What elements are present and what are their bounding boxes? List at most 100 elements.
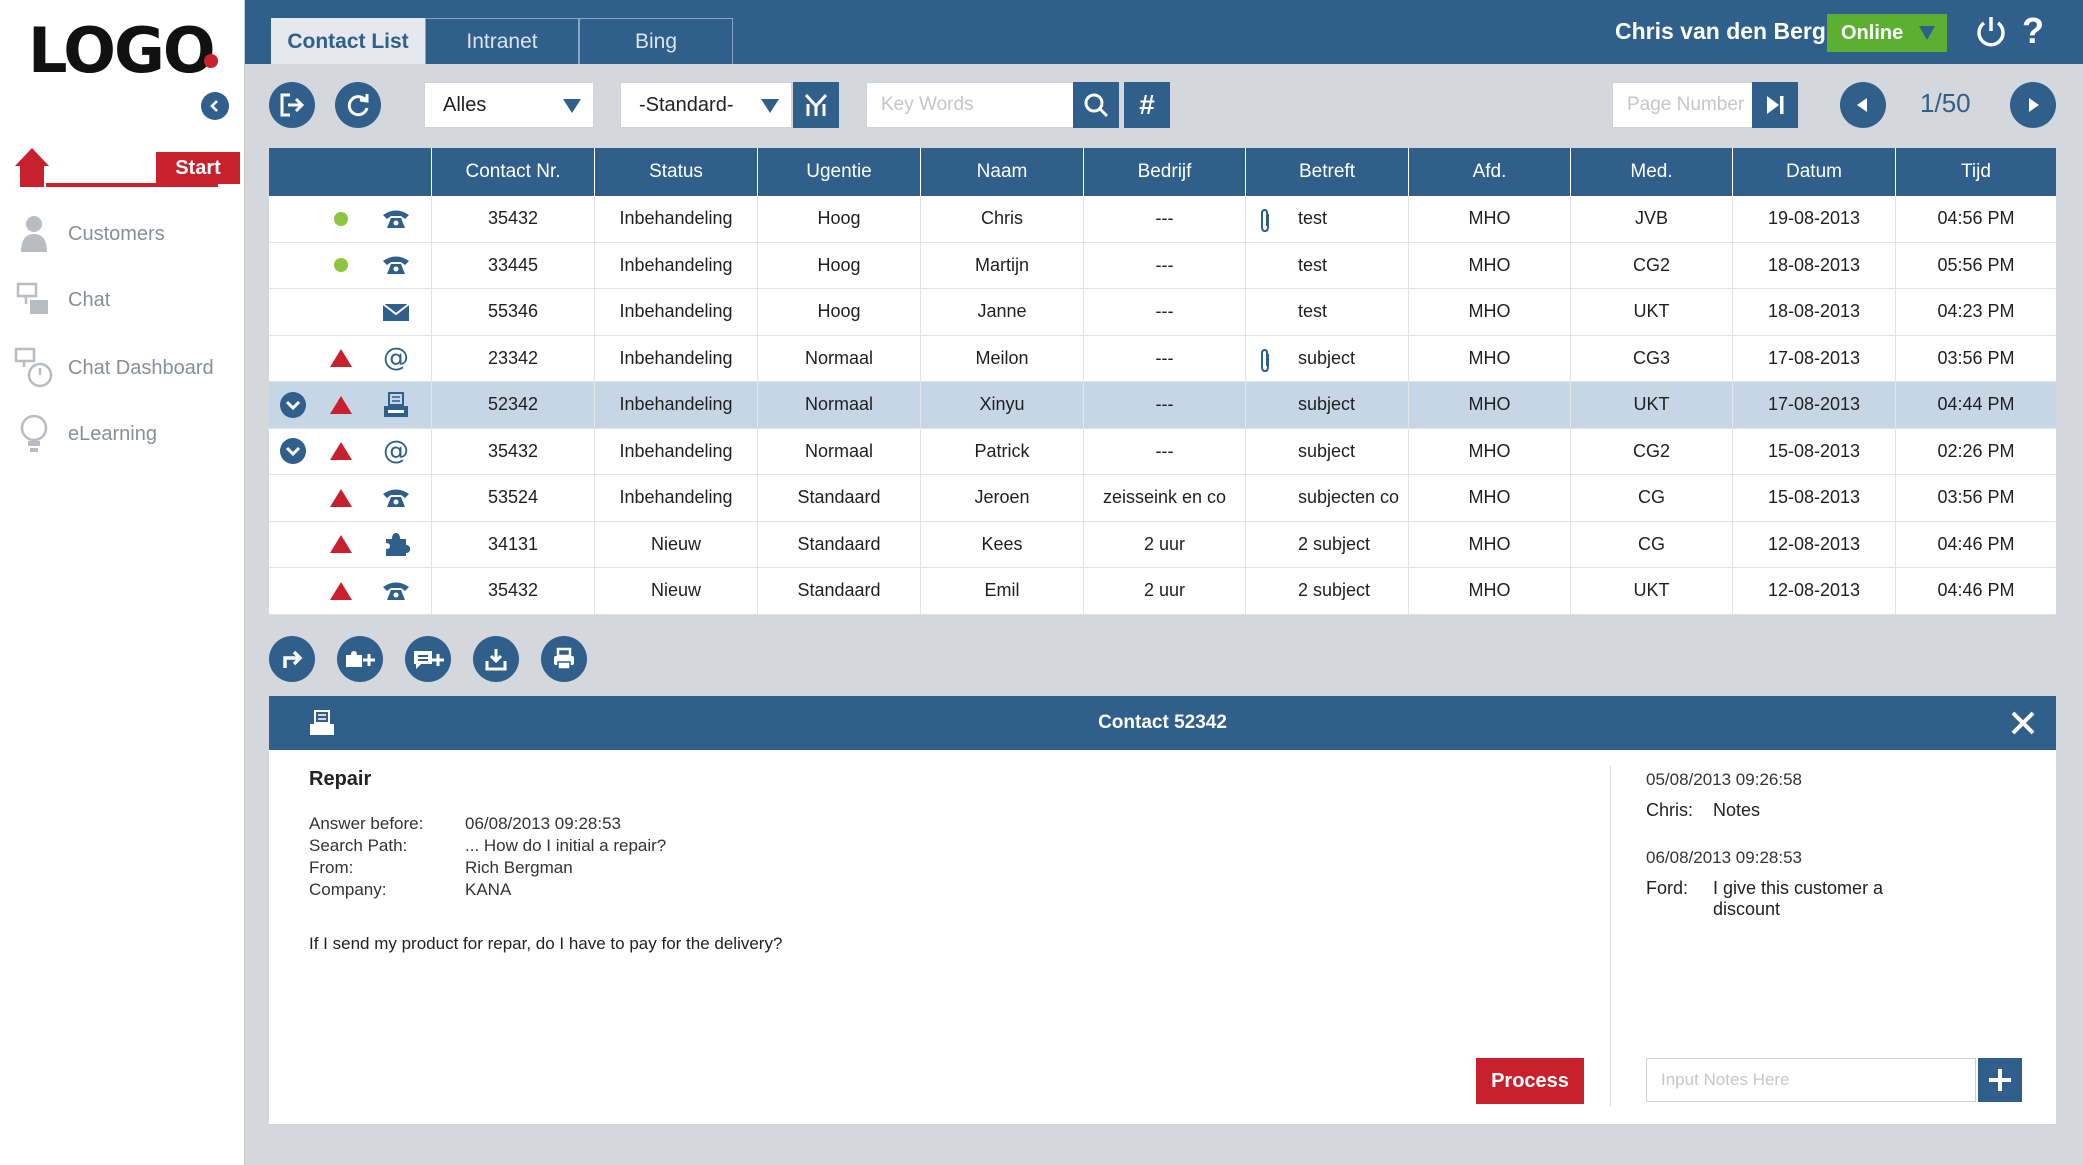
previous-page-button[interactable]: [1840, 82, 1886, 128]
at-icon: @: [383, 344, 409, 372]
note-timestamp: 05/08/2013 09:26:58: [1646, 770, 1802, 789]
keyword-search-input[interactable]: Key Words: [866, 82, 1074, 128]
cell-subject-text: test: [1298, 254, 1328, 275]
hash-button[interactable]: #: [1124, 82, 1170, 128]
view-select[interactable]: -Standard-: [620, 82, 792, 128]
top-bar: Contact List Intranet Bing Chris van den…: [245, 0, 2083, 64]
logo-dot: [204, 54, 218, 68]
cell-time: 04:23 PM: [1937, 301, 2015, 322]
column-header[interactable]: Afd.: [1409, 148, 1571, 196]
cell-urgency: Normaal: [758, 428, 921, 474]
fax-icon: [384, 391, 408, 417]
column-header[interactable]: Tijd: [1896, 148, 2056, 196]
tab-bing[interactable]: Bing: [579, 18, 733, 64]
table-row[interactable]: 35432 Inbehandeling Hoog Chris --- test MHO JVB…: [269, 196, 2056, 243]
column-header[interactable]: Med.: [1571, 148, 1733, 196]
cell-date: 19-08-2013: [1733, 196, 1896, 242]
cell-subject-text: subject: [1298, 347, 1356, 368]
detail-question: If I send my product for repar, do I hav…: [309, 934, 783, 953]
add-note-action-button[interactable]: [405, 636, 451, 682]
cell-status: Inbehandeling: [595, 196, 758, 242]
status-dropdown[interactable]: Online: [1827, 14, 1947, 52]
sidebar-item-label: Chat: [68, 288, 111, 311]
page-number-input[interactable]: Page Number: [1612, 82, 1754, 128]
urgent-indicator: [327, 336, 355, 382]
column-header[interactable]: Status: [595, 148, 758, 196]
column-header[interactable]: Ugentie: [758, 148, 921, 196]
go-to-page-button[interactable]: [1752, 82, 1798, 128]
page-indicator: 1/50: [1920, 88, 1971, 119]
cell-company: ---: [1084, 382, 1246, 428]
cell-subject: test: [1246, 196, 1409, 242]
user-name: Chris van den Berg: [1615, 18, 1826, 44]
column-header[interactable]: Naam: [921, 148, 1084, 196]
contact-type: [379, 522, 413, 568]
logout-button[interactable]: [269, 82, 315, 128]
lightbulb-icon: [20, 414, 48, 452]
row-icons: [269, 382, 432, 428]
cell-med: CG2: [1571, 428, 1733, 474]
add-contact-button[interactable]: [337, 636, 383, 682]
refresh-button[interactable]: [335, 82, 381, 128]
tab-intranet[interactable]: Intranet: [425, 18, 579, 64]
table-row[interactable]: @23342 Inbehandeling Normaal Meilon --- subje…: [269, 335, 2056, 382]
close-icon[interactable]: [2008, 708, 2038, 738]
cell-urgency: Hoog: [758, 289, 921, 335]
collapse-sidebar-button[interactable]: [201, 92, 229, 120]
sidebar-item-chat[interactable]: Chat: [10, 278, 240, 322]
cell-time: 04:56 PM: [1937, 208, 2015, 229]
table-row[interactable]: 55346 Inbehandeling Hoog Janne --- test MHO UKT…: [269, 289, 2056, 336]
expand-row-button[interactable]: [279, 429, 307, 475]
help-icon[interactable]: ?: [2015, 10, 2051, 51]
sidebar-item-chat-dashboard[interactable]: Chat Dashboard: [10, 346, 240, 390]
download-icon: [485, 649, 507, 671]
cell-med: CG2: [1571, 242, 1733, 288]
filter-button[interactable]: [793, 82, 839, 128]
table-row[interactable]: 33445 Inbehandeling Hoog Martijn --- test MHO C…: [269, 242, 2056, 289]
forward-button[interactable]: [269, 636, 315, 682]
download-button[interactable]: [473, 636, 519, 682]
table-row[interactable]: 35432 Nieuw Standaard Emil 2 uur 2 subject MHO…: [269, 568, 2056, 615]
note-timestamp: 06/08/2013 09:28:53: [1646, 848, 1802, 867]
online-indicator: [327, 196, 355, 242]
tab-contact-list[interactable]: Contact List: [271, 18, 425, 64]
row-icons: [269, 475, 432, 521]
column-header[interactable]: Contact Nr.: [432, 148, 595, 196]
table-header: Contact Nr. Status Ugentie Naam Bedrijf Betre…: [269, 148, 2056, 196]
power-icon[interactable]: [1973, 14, 2009, 50]
triangle-left-icon: [1857, 98, 1867, 112]
warning-triangle-icon: [330, 535, 352, 554]
table-row[interactable]: 34131 Nieuw Standaard Kees 2 uur 2 subject MHO…: [269, 521, 2056, 568]
sidebar-item-customers[interactable]: Customers: [10, 212, 240, 256]
table-row[interactable]: 52342 Inbehandeling Normaal Xinyu --- subject…: [269, 382, 2056, 429]
cell-nr: 34131: [432, 521, 595, 567]
column-header[interactable]: Bedrijf: [1084, 148, 1246, 196]
print-button[interactable]: [541, 636, 587, 682]
column-header[interactable]: Datum: [1733, 148, 1896, 196]
expand-row-button[interactable]: [279, 382, 307, 428]
table-row[interactable]: 53524 Inbehandeling Standaard Jeroen zeissei…: [269, 475, 2056, 522]
cell-nr: 52342: [432, 382, 595, 428]
cell-subject: subjecten co: [1246, 475, 1409, 521]
cell-time: 03:56 PM: [1937, 347, 2015, 368]
next-page-button[interactable]: [2010, 82, 2056, 128]
search-button[interactable]: [1073, 82, 1119, 128]
contact-type: [379, 568, 413, 614]
filter-select-value: Alles: [443, 93, 487, 116]
add-note-button[interactable]: [1978, 1058, 2022, 1102]
contact-type: [379, 289, 413, 335]
cell-urgency: Normaal: [758, 335, 921, 381]
sidebar-item-start[interactable]: Start: [12, 146, 240, 188]
cell-nr: 35432: [432, 568, 595, 614]
table-row[interactable]: @35432 Inbehandeling Normaal Patrick --- subj…: [269, 428, 2056, 475]
column-header[interactable]: Betreft: [1246, 148, 1409, 196]
cell-urgency: Standaard: [758, 521, 921, 567]
filter-select[interactable]: Alles: [424, 82, 594, 128]
chevron-down-icon: [280, 391, 306, 418]
cell-company: 2 uur: [1084, 521, 1246, 567]
notes-input[interactable]: Input Notes Here: [1646, 1058, 1976, 1102]
sidebar-item-elearning[interactable]: eLearning: [10, 412, 240, 456]
process-button[interactable]: Process: [1476, 1058, 1584, 1104]
meta-label: Answer before:: [309, 814, 424, 833]
svg-text:@: @: [383, 344, 409, 372]
